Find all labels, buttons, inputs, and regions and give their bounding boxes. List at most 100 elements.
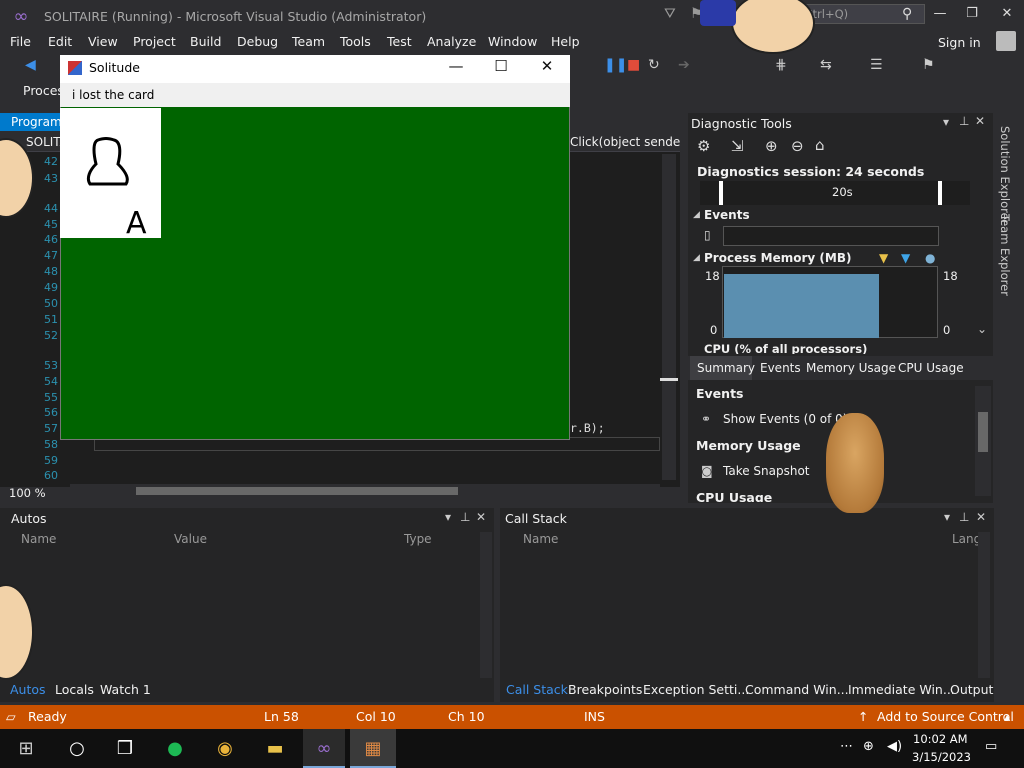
tray-overflow-icon[interactable]: ⋯ [840, 739, 853, 754]
callstack-close-icon[interactable]: ✕ [976, 510, 986, 524]
panel-close-icon[interactable]: ✕ [975, 114, 985, 128]
search-circle-icon[interactable]: ○ [57, 733, 97, 765]
tab-cpu-usage[interactable]: CPU Usage [898, 361, 964, 375]
comment-icon[interactable]: ☰ [870, 57, 883, 73]
solitude-close-button[interactable]: ✕ [534, 57, 560, 75]
menu-tools[interactable]: Tools [340, 34, 371, 49]
tab-watch-1[interactable]: Watch 1 [100, 682, 151, 697]
autos-col-type[interactable]: Type [404, 532, 432, 546]
autos-close-icon[interactable]: ✕ [476, 510, 486, 524]
chrome-icon[interactable]: ◉ [205, 733, 245, 765]
tab-breakpoints[interactable]: Breakpoints [568, 682, 642, 697]
account-icon[interactable] [996, 31, 1016, 51]
menu-help[interactable]: Help [551, 34, 580, 49]
editor-vertical-scrollbar[interactable] [662, 154, 676, 480]
menu-file[interactable]: File [10, 34, 31, 49]
tab-summary[interactable]: Summary [697, 361, 755, 375]
restart-icon[interactable]: ↻ [648, 57, 660, 73]
autos-col-name[interactable]: Name [21, 532, 56, 546]
bookmark-icon[interactable]: ⚑ [922, 57, 935, 73]
menu-debug[interactable]: Debug [237, 34, 278, 49]
clock-time[interactable]: 10:02 AM [913, 732, 968, 746]
clock-date[interactable]: 3/15/2023 [912, 750, 971, 764]
callstack-scrollbar[interactable] [978, 532, 990, 678]
solitude-maximize-button[interactable]: ☐ [488, 57, 514, 75]
close-button[interactable]: ✕ [997, 6, 1017, 21]
tab-command-window[interactable]: Command Win... [745, 682, 849, 697]
restore-button[interactable]: ❐ [962, 6, 982, 21]
visual-studio-taskbar-icon[interactable]: ∞ [304, 733, 344, 765]
card-suit-drawing [86, 137, 129, 186]
zoom-level[interactable]: 100 % [9, 486, 46, 500]
pause-icon[interactable]: ❚❚ [604, 57, 627, 73]
tab-autos[interactable]: Autos [10, 682, 46, 697]
spotify-icon[interactable]: ● [155, 733, 195, 765]
zoom-out-icon[interactable]: ⊖ [791, 137, 804, 155]
collapse-events-icon[interactable]: ◢ [693, 210, 700, 220]
autos-col-value[interactable]: Value [174, 532, 207, 546]
tab-exception-settings[interactable]: Exception Setti... [643, 682, 749, 697]
breakpoints-toolbar-icon[interactable]: ⋕ [775, 57, 787, 73]
select-tools-icon[interactable]: ⇲ [731, 137, 744, 155]
start-button-icon[interactable]: ⊞ [6, 729, 46, 768]
solution-explorer-tab[interactable]: Solution Explorer [998, 126, 1012, 224]
process-memory-header[interactable]: Process Memory (MB) [704, 251, 851, 265]
add-to-source-control[interactable]: Add to Source Control [877, 709, 1014, 724]
show-events-link[interactable]: Show Events (0 of 0) [723, 412, 847, 426]
show-next-statement-icon[interactable]: ➔ [678, 57, 690, 73]
callstack-col-lang[interactable]: Lang [952, 532, 981, 546]
callstack-col-name[interactable]: Name [523, 532, 558, 546]
menu-project[interactable]: Project [133, 34, 176, 49]
solitude-taskbar-icon[interactable]: ▦ [353, 733, 393, 765]
tab-events[interactable]: Events [760, 361, 801, 375]
solitude-minimize-button[interactable]: — [443, 57, 469, 75]
tab-memory-usage[interactable]: Memory Usage [806, 361, 896, 375]
timeline-end-handle[interactable] [938, 181, 942, 205]
autos-scrollbar[interactable] [480, 532, 492, 678]
back-icon[interactable]: ◀ [25, 57, 36, 73]
pin-icon[interactable]: ⊥ [959, 114, 969, 128]
menu-edit[interactable]: Edit [48, 34, 72, 49]
take-snapshot-button[interactable]: Take Snapshot [723, 464, 810, 478]
tab-output[interactable]: Output [950, 682, 993, 697]
team-explorer-tab[interactable]: Team Explorer [998, 214, 1012, 296]
horizontal-scroll-thumb[interactable] [136, 487, 458, 495]
minimize-button[interactable]: — [930, 6, 950, 21]
menu-test[interactable]: Test [387, 34, 412, 49]
network-icon[interactable]: ⊕ [863, 739, 874, 754]
solitude-menu-item[interactable]: i lost the card [72, 88, 154, 102]
zoom-in-icon[interactable]: ⊕ [765, 137, 778, 155]
menu-build[interactable]: Build [190, 34, 221, 49]
panel-menu-icon[interactable]: ▾ [943, 115, 949, 129]
task-view-icon[interactable]: ❒ [105, 733, 145, 765]
menu-team[interactable]: Team [292, 34, 325, 49]
summary-scroll-thumb[interactable] [978, 412, 988, 452]
toolbar-option-icon[interactable]: ⇆ [820, 57, 832, 73]
stop-icon[interactable]: ■ [627, 57, 640, 73]
tab-call-stack[interactable]: Call Stack [506, 682, 568, 697]
callstack-pin-icon[interactable]: ⊥ [959, 510, 969, 524]
notifications-icon[interactable]: ▭ [985, 739, 997, 754]
settings-gear-icon[interactable]: ⚙ [697, 137, 710, 155]
tab-locals[interactable]: Locals [55, 682, 94, 697]
menu-analyze[interactable]: Analyze [427, 34, 476, 49]
events-section-header[interactable]: Events [704, 208, 750, 222]
file-explorer-icon[interactable]: ▬ [255, 733, 295, 765]
autos-menu-icon[interactable]: ▾ [445, 510, 451, 524]
autos-pin-icon[interactable]: ⊥ [460, 510, 470, 524]
collapse-memory-icon[interactable]: ◢ [693, 253, 700, 263]
callstack-menu-icon[interactable]: ▾ [944, 510, 950, 524]
menu-view[interactable]: View [88, 34, 118, 49]
feedback-filter-icon[interactable]: ⛛ [664, 6, 676, 22]
timeline-start-handle[interactable] [719, 181, 723, 205]
reset-view-icon[interactable]: ⌂ [815, 136, 825, 154]
volume-icon[interactable]: ◀) [887, 739, 902, 754]
scroll-down-icon[interactable]: ⌄ [977, 322, 987, 336]
tab-immediate-window[interactable]: Immediate Win... [848, 682, 955, 697]
source-control-dropdown-icon[interactable]: ▴ [1004, 709, 1010, 724]
cpu-section-header[interactable]: CPU (% of all processors) [704, 342, 867, 354]
search-icon[interactable]: ⚲ [902, 6, 912, 22]
nav-method-dropdown[interactable]: Click(object sende [570, 135, 680, 149]
menu-window[interactable]: Window [488, 34, 537, 49]
sign-in-link[interactable]: Sign in [938, 35, 981, 50]
